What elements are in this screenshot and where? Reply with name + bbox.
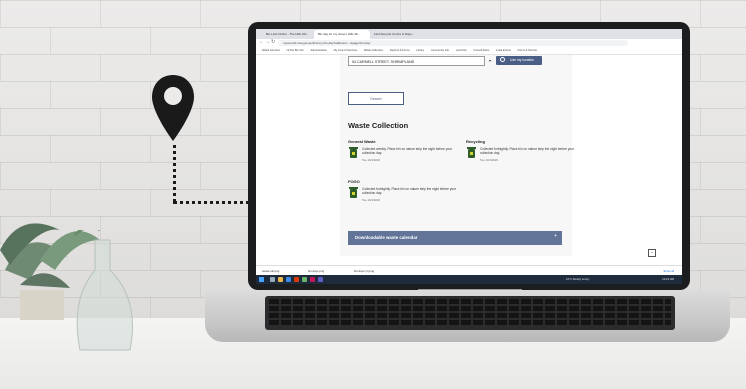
bookmark-item[interactable]: Lost Pets bbox=[456, 48, 467, 54]
page-title: Waste Collection bbox=[348, 121, 409, 130]
photo-scene: Bin Lists Online - The Hills Shi... Bin … bbox=[0, 0, 746, 389]
section-title-general: General Waste bbox=[348, 139, 376, 144]
fogo-bin-icon bbox=[349, 187, 358, 198]
browser-tab-active[interactable]: Bin day for my street | Hills Sh... bbox=[314, 30, 370, 39]
forward-icon[interactable]: → bbox=[265, 39, 270, 45]
section-text-fogo: Collected fortnightly. Place bin on natu… bbox=[362, 187, 457, 196]
app-icon[interactable] bbox=[294, 277, 299, 282]
bookmark-item[interactable]: Reports & Forms bbox=[390, 48, 410, 54]
glass-vase bbox=[73, 230, 133, 351]
windows-start-icon[interactable] bbox=[259, 277, 264, 282]
search-button[interactable]: Search bbox=[348, 92, 404, 105]
bookmark-item[interactable]: Waste Collection bbox=[364, 48, 383, 54]
weather-status[interactable]: 21°C Mostly sunny bbox=[566, 275, 589, 284]
bookmarks-bar: Waste Services Online Bin Info Administr… bbox=[256, 48, 682, 55]
bookmark-item[interactable]: Forms & Permits bbox=[518, 48, 537, 54]
folder-icon[interactable] bbox=[278, 277, 283, 282]
section-title-fogo: FOGO bbox=[348, 179, 360, 184]
os-taskbar: 21°C Mostly sunny 10:21 AM bbox=[256, 275, 682, 284]
pin-connector-vertical bbox=[173, 145, 176, 202]
collection-date-fogo: Tue 10/1/2023 bbox=[362, 198, 380, 202]
bookmark-item[interactable]: Library bbox=[416, 48, 424, 54]
reload-icon[interactable]: ↻ bbox=[271, 39, 275, 45]
browser-tab[interactable]: Bin Lists Online - The Hills Shi... bbox=[262, 30, 314, 39]
laptop-keyboard bbox=[265, 296, 675, 330]
bookmark-item[interactable]: Community Info bbox=[431, 48, 449, 54]
browser-icon[interactable] bbox=[286, 277, 291, 282]
section-title-recycling: Recycling bbox=[466, 139, 485, 144]
bookmark-item[interactable]: My Council Services bbox=[334, 48, 358, 54]
bookmark-item[interactable]: Administration bbox=[310, 48, 326, 54]
browser-tab-bar: Bin Lists Online - The Hills Shi... Bin … bbox=[256, 29, 682, 39]
address-search-input[interactable]: 54 CARMELL STREET, SHRIMPLAND bbox=[348, 56, 485, 66]
bookmark-item[interactable]: Waste Services bbox=[262, 48, 280, 54]
web-page: 54 CARMELL STREET, SHRIMPLAND ▾ Use my l… bbox=[256, 55, 682, 257]
general-waste-bin-icon bbox=[349, 147, 358, 158]
collection-date-general: Tue 10/1/2023 bbox=[362, 158, 380, 162]
map-pin-icon bbox=[152, 75, 194, 141]
bookmark-item[interactable]: Council Alerts bbox=[473, 48, 489, 54]
clock[interactable]: 10:21 AM bbox=[662, 275, 674, 284]
download-calendar-accordion[interactable]: Downloadable waste calendar bbox=[348, 231, 562, 245]
bookmark-item[interactable]: Local Events bbox=[496, 48, 511, 54]
app-icon[interactable] bbox=[302, 277, 307, 282]
back-icon[interactable]: ← bbox=[259, 39, 264, 45]
chevron-down-icon[interactable]: ▾ bbox=[489, 58, 491, 63]
plus-icon[interactable]: + bbox=[554, 233, 557, 239]
section-text-recycling: Collected fortnightly. Place bin on natu… bbox=[480, 147, 575, 156]
address-bar[interactable]: mycouncil.nsw.gov.au/find-my-bin-day?add… bbox=[278, 40, 628, 46]
laptop-screen: Bin Lists Online - The Hills Shi... Bin … bbox=[256, 29, 682, 284]
recycling-bin-icon bbox=[467, 147, 476, 158]
browser-tab[interactable]: Find Recycle Centre & Days... bbox=[370, 30, 426, 39]
section-text-general: Collected weekly. Place bin on nature st… bbox=[362, 147, 452, 156]
location-target-icon bbox=[500, 57, 505, 62]
content-panel bbox=[340, 55, 572, 256]
bookmark-item[interactable]: Online Bin Info bbox=[287, 48, 304, 54]
collection-date-recycling: Tue 10/1/2023 bbox=[480, 158, 498, 162]
app-icon[interactable] bbox=[318, 277, 323, 282]
browser-toolbar: ← → ↻ mycouncil.nsw.gov.au/find-my-bin-d… bbox=[256, 39, 682, 48]
search-icon[interactable] bbox=[270, 277, 275, 282]
chevron-up-icon[interactable]: ⌃ bbox=[648, 249, 656, 257]
app-icon[interactable] bbox=[310, 277, 315, 282]
